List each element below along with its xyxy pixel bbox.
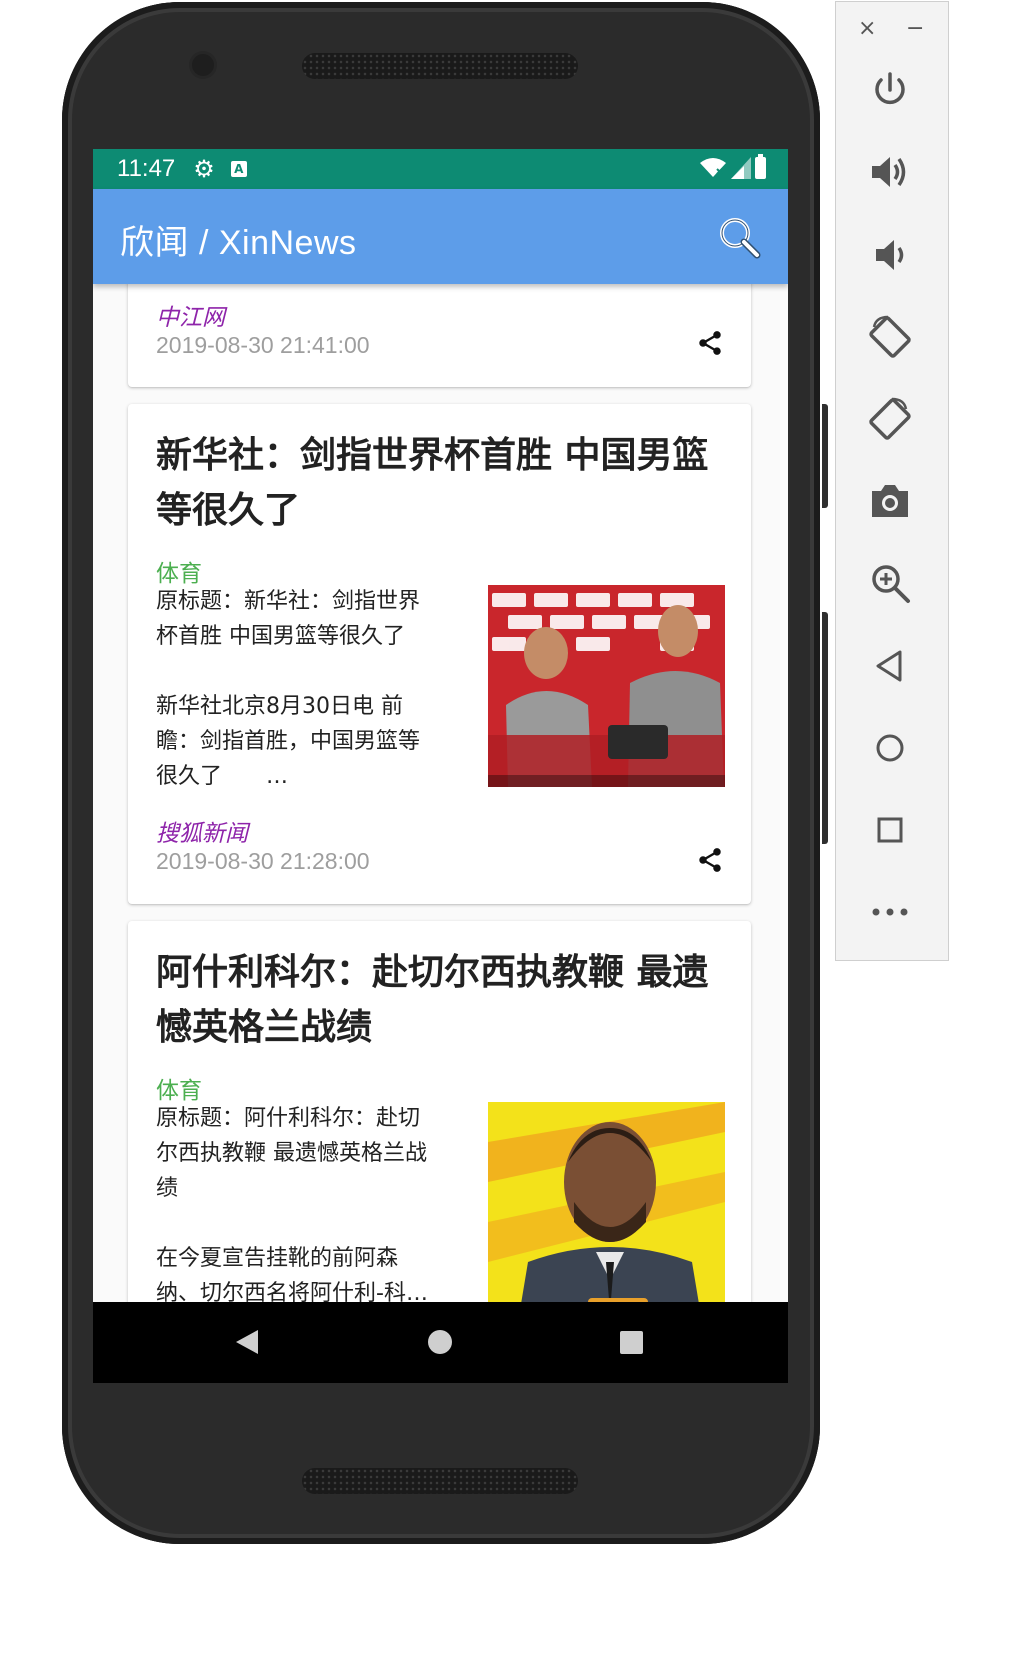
settings-gear-icon: ⚙ [193,155,215,183]
news-title: 新华社：剑指世界杯首胜 中国男篮等很久了 [156,435,709,531]
side-volume-button [822,612,828,844]
front-camera [192,54,214,76]
news-time: 2019-08-30 21:41:00 [156,332,370,358]
news-source: 搜狐新闻 [156,821,248,847]
news-category: 体育 [156,1078,202,1104]
news-category: 体育 [156,561,202,587]
phone-screen: 11:47 ⚙ A 欣闻 / XinNews 中江网 2019-08-30 21… [93,149,788,1383]
battery-icon [755,154,766,179]
news-thumbnail [488,1102,725,1302]
rotate-left-icon[interactable] [866,313,914,361]
news-card[interactable]: 阿什利科尔：赴切尔西执教鞭 最遗憾英格兰战绩 体育 原标题：阿什利科尔：赴切 尔… [128,921,751,1302]
news-summary: 原标题：阿什利科尔：赴切 尔西执教鞭 最遗憾英格兰战 绩 在今夏宣告挂靴的前阿森… [156,1106,428,1302]
volume-down-icon[interactable] [866,231,914,279]
share-icon[interactable] [696,846,724,874]
nav-home-icon[interactable] [428,1330,452,1354]
nav-overview-icon[interactable] [620,1331,643,1354]
zoom-icon[interactable] [866,559,914,607]
news-summary: 原标题：新华社：剑指世界 杯首胜 中国男篮等很久了 新华社北京8月30日电 前 … [156,589,421,789]
close-icon[interactable]: × [858,16,876,41]
home-icon[interactable] [866,724,914,772]
news-list: 中江网 2019-08-30 21:41:00 新华社：剑指世界杯首胜 中国男篮… [93,284,788,1302]
status-bar: 11:47 ⚙ A [93,149,788,189]
volume-up-icon[interactable] [866,148,914,196]
a-badge-icon: A [230,161,247,177]
bottom-speaker [302,1468,578,1494]
news-card[interactable]: 中江网 2019-08-30 21:41:00 [128,284,751,387]
news-time: 2019-08-30 21:28:00 [156,848,370,874]
power-icon[interactable] [866,66,914,114]
more-icon[interactable] [866,888,914,936]
side-button [822,404,828,508]
search-icon[interactable] [717,215,761,259]
news-card[interactable]: 新华社：剑指世界杯首胜 中国男篮等很久了 体育 原标题：新华社：剑指世界 杯首胜… [128,404,751,904]
camera-icon[interactable] [866,477,914,525]
status-time: 11:47 [117,155,176,182]
signal-icon [731,157,751,179]
overview-icon[interactable] [866,806,914,854]
android-nav-bar [93,1302,788,1383]
news-source: 中江网 [156,305,225,331]
wifi-icon [700,158,726,177]
app-title: 欣闻 / XinNews [120,224,357,262]
nav-back-icon[interactable] [234,1329,260,1355]
news-title: 阿什利科尔：赴切尔西执教鞭 最遗憾英格兰战绩 [156,952,709,1048]
minimize-icon[interactable]: − [906,16,924,41]
news-thumbnail [488,585,725,787]
rotate-right-icon[interactable] [866,395,914,443]
share-icon[interactable] [696,329,724,357]
earpiece-speaker [302,53,578,79]
app-bar: 欣闻 / XinNews [93,189,788,284]
back-icon[interactable] [866,642,914,690]
emulator-panel: × − [835,1,949,961]
